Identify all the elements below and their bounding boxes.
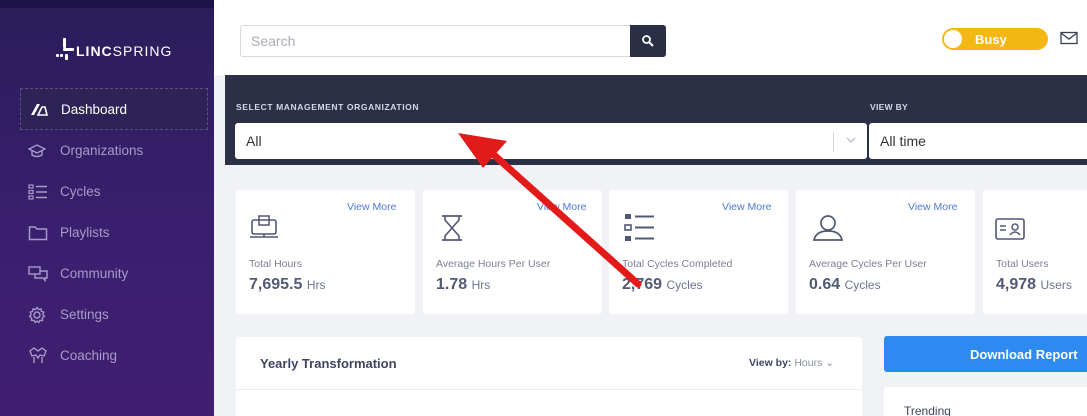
logo-mark-icon — [56, 38, 74, 60]
filter-bar: SELECT MANAGEMENT ORGANIZATION VIEW BY A… — [225, 75, 1087, 165]
view-more-link[interactable]: View More — [722, 201, 771, 213]
org-select-label: SELECT MANAGEMENT ORGANIZATION — [236, 102, 420, 112]
user-outline-icon — [812, 215, 844, 241]
stat-value: 4,978 Users — [996, 276, 1072, 293]
organization-select[interactable]: All — [235, 123, 867, 159]
download-report-button[interactable]: Download Report — [884, 336, 1087, 372]
sidebar-item-label: Settings — [60, 307, 109, 322]
stat-card-total-hours: View More Total Hours 7,695.5 Hrs — [236, 190, 415, 314]
viewby-dropdown[interactable]: View by: Hours ⌄ — [749, 357, 834, 369]
chat-bubbles-icon — [28, 264, 54, 284]
status-label: Busy — [975, 31, 1007, 47]
logo-text: LINCSPRING — [76, 43, 173, 59]
sidebar-item-label: Community — [60, 266, 129, 281]
panel-title: Trending — [904, 404, 951, 416]
select-divider — [833, 132, 834, 152]
view-more-link[interactable]: View More — [908, 201, 957, 213]
list-icon — [28, 182, 54, 202]
mail-icon[interactable] — [1060, 31, 1078, 50]
status-toggle[interactable]: Busy — [942, 28, 1048, 50]
dashboard-screen: LINCSPRING Dashboard Organizations Cycle… — [0, 0, 1087, 416]
sidebar-top-strip — [0, 0, 214, 8]
sidebar-item-label: Coaching — [60, 348, 118, 363]
monitor-learning-icon — [250, 215, 278, 238]
hourglass-icon — [442, 215, 462, 241]
stat-label: Average Hours Per User — [436, 258, 551, 270]
sidebar: LINCSPRING Dashboard Organizations Cycle… — [0, 0, 214, 416]
folder-icon — [28, 223, 54, 243]
organization-select-value: All — [246, 133, 262, 149]
view-more-link[interactable]: View More — [347, 201, 396, 213]
viewby-select-value: All time — [880, 133, 926, 149]
stat-label: Total Hours — [249, 258, 303, 270]
sidebar-item-community[interactable]: Community — [20, 253, 208, 294]
sidebar-item-organizations[interactable]: Organizations — [20, 130, 208, 171]
search-input[interactable] — [241, 26, 627, 56]
coaching-hands-icon — [28, 346, 54, 366]
stat-value: 0.64 Cycles — [809, 276, 881, 293]
id-card-icon — [995, 218, 1025, 240]
chevron-down-icon: ⌄ — [825, 357, 835, 369]
sidebar-item-label: Organizations — [60, 143, 144, 158]
chevron-down-icon — [846, 137, 856, 143]
gauge-icon — [29, 99, 55, 119]
yearly-transformation-panel: Yearly Transformation View by: Hours ⌄ — [236, 337, 862, 416]
sidebar-nav: Dashboard Organizations Cycles Playlists — [20, 88, 208, 376]
sidebar-item-dashboard[interactable]: Dashboard — [20, 88, 208, 130]
stat-label: Total Cycles Completed — [622, 258, 733, 270]
viewby-select[interactable]: All time — [869, 123, 1087, 159]
sidebar-item-label: Playlists — [60, 225, 110, 240]
sidebar-item-playlists[interactable]: Playlists — [20, 212, 208, 253]
top-bar: Busy — [214, 0, 1087, 75]
panel-title: Yearly Transformation — [260, 356, 397, 371]
stat-value: 7,695.5 Hrs — [249, 276, 326, 293]
status-toggle-knob — [944, 30, 962, 48]
stat-card-total-cycles: View More Total Cycles Completed 2,769 C… — [609, 190, 788, 314]
view-more-link[interactable]: View More — [537, 201, 586, 213]
stat-label: Average Cycles Per User — [809, 258, 927, 270]
sidebar-item-label: Dashboard — [61, 101, 128, 117]
stat-card-avg-cycles: View More Average Cycles Per User 0.64 C… — [796, 190, 975, 314]
stat-card-total-users: Total Users 4,978 Users — [983, 190, 1087, 314]
gear-icon — [28, 305, 54, 325]
stat-card-avg-hours: View More Average Hours Per User 1.78 Hr… — [423, 190, 602, 314]
panel-divider — [236, 389, 862, 390]
stat-value: 2,769 Cycles — [622, 276, 703, 293]
graduation-cap-icon — [28, 141, 54, 161]
stat-label: Total Users — [996, 258, 1049, 270]
lincspring-logo[interactable]: LINCSPRING — [56, 38, 172, 60]
sidebar-item-settings[interactable]: Settings — [20, 294, 208, 335]
stat-value: 1.78 Hrs — [436, 276, 491, 293]
search-box — [240, 25, 666, 57]
search-button[interactable] — [630, 25, 666, 57]
viewby-select-label: VIEW BY — [870, 102, 908, 112]
sidebar-item-cycles[interactable]: Cycles — [20, 171, 208, 212]
trending-panel: Trending — [884, 387, 1087, 416]
sidebar-item-coaching[interactable]: Coaching — [20, 335, 208, 376]
checklist-icon — [624, 214, 654, 241]
sidebar-item-label: Cycles — [60, 184, 101, 199]
search-icon — [642, 35, 654, 47]
